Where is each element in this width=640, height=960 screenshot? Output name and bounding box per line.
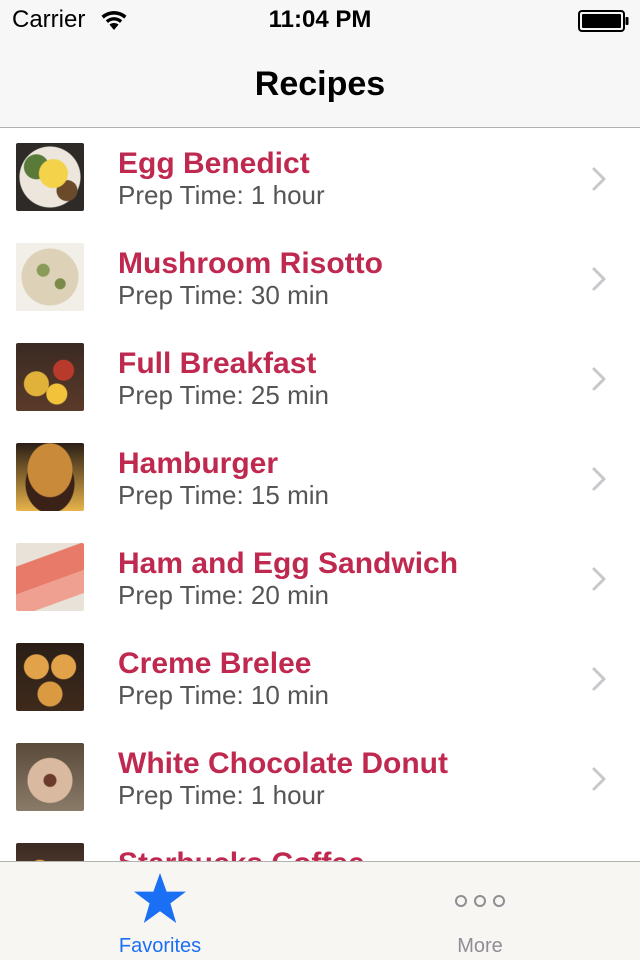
recipe-thumbnail (16, 243, 84, 311)
recipe-name: Egg Benedict (118, 147, 310, 180)
recipe-prep-time: Prep Time: 1 hour (118, 180, 325, 210)
chevron-right-icon (592, 367, 606, 391)
chevron-right-icon (592, 467, 606, 491)
recipe-row[interactable]: Creme Brelee Prep Time: 10 min (0, 629, 640, 729)
recipe-name: Ham and Egg Sandwich (118, 547, 459, 580)
recipe-row[interactable]: Starbucks Coffee (0, 829, 640, 861)
page-title: Recipes (254, 65, 386, 103)
chevron-right-icon (592, 767, 606, 791)
recipe-row[interactable]: Mushroom Risotto Prep Time: 30 min (0, 229, 640, 329)
chevron-right-icon (592, 667, 606, 691)
recipe-name: White Chocolate Donut (118, 747, 448, 780)
chevron-right-icon (592, 167, 606, 191)
recipe-name: Hamburger (118, 447, 279, 480)
tab-bar: Favorites More (0, 861, 640, 960)
chevron-right-icon (592, 267, 606, 291)
tab-favorites-label: Favorites (118, 935, 202, 957)
recipe-prep-time: Prep Time: 20 min (118, 580, 329, 610)
recipe-name: Creme Brelee (118, 647, 312, 680)
recipe-row[interactable]: Full Breakfast Prep Time: 25 min (0, 329, 640, 429)
status-time: 11:04 PM (268, 6, 372, 33)
recipe-thumbnail (16, 643, 84, 711)
recipe-prep-time: Prep Time: 15 min (118, 480, 329, 510)
status-bar: Carrier 11:04 PM (0, 0, 640, 40)
navigation-bar: Recipes (0, 40, 640, 128)
chevron-right-icon (592, 567, 606, 591)
recipe-thumbnail (16, 543, 84, 611)
recipe-prep-time: Prep Time: 25 min (118, 380, 329, 410)
recipe-name: Mushroom Risotto (118, 247, 383, 280)
recipe-row[interactable]: Egg Benedict Prep Time: 1 hour (0, 129, 640, 229)
recipe-row[interactable]: Ham and Egg Sandwich Prep Time: 20 min (0, 529, 640, 629)
more-icon (455, 895, 505, 907)
recipe-prep-time: Prep Time: 10 min (118, 680, 329, 710)
recipe-row[interactable]: White Chocolate Donut Prep Time: 1 hour (0, 729, 640, 829)
recipe-thumbnail (16, 443, 84, 511)
recipe-thumbnail (16, 743, 84, 811)
recipe-thumbnail (16, 843, 84, 861)
battery-icon (578, 10, 629, 32)
recipe-name: Full Breakfast (118, 347, 317, 380)
recipe-row[interactable]: Hamburger Prep Time: 15 min (0, 429, 640, 529)
recipe-name: Starbucks Coffee (118, 847, 365, 861)
tab-favorites[interactable]: Favorites (0, 862, 320, 960)
recipe-thumbnail (16, 143, 84, 211)
recipe-prep-time: Prep Time: 1 hour (118, 780, 325, 810)
star-icon (134, 873, 186, 923)
recipe-prep-time: Prep Time: 30 min (118, 280, 329, 310)
tab-more-label: More (457, 935, 503, 957)
tab-more[interactable]: More (320, 862, 640, 960)
recipe-thumbnail (16, 343, 84, 411)
recipe-list[interactable]: Egg Benedict Prep Time: 1 hour Mushroom … (0, 129, 640, 861)
